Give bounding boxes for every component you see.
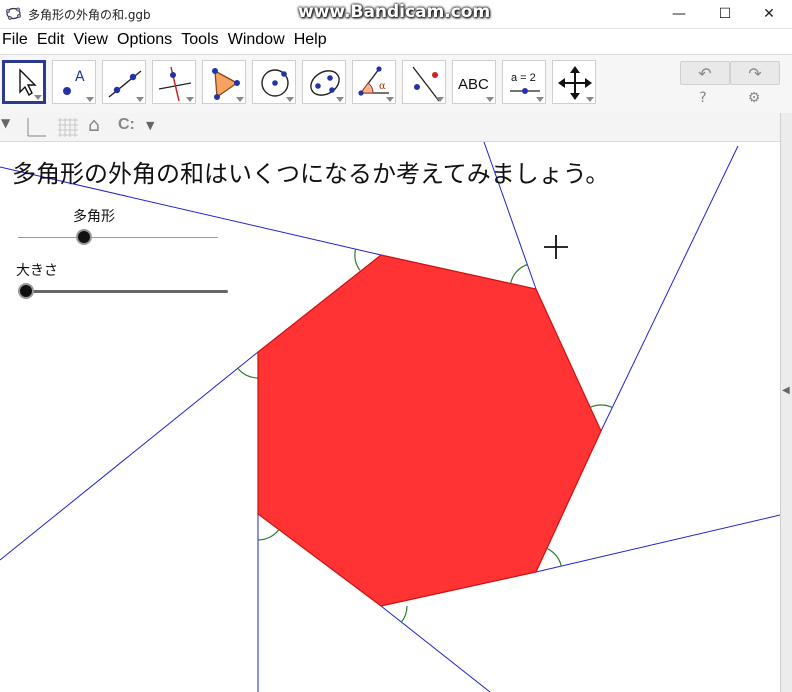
exterior-angle-arc	[589, 404, 613, 409]
polygon-shape	[257, 254, 602, 607]
svg-text:ABC: ABC	[458, 76, 489, 93]
exterior-angle-arc	[510, 263, 528, 284]
maximize-button[interactable]: ☐	[702, 0, 748, 28]
question-text: 多角形の外角の和はいくつになるか考えてみましょう。	[12, 160, 610, 188]
tool-perpendicular[interactable]	[152, 60, 196, 104]
menu-view[interactable]: View	[72, 29, 108, 49]
slider-size-label: 大きさ	[16, 263, 58, 279]
tool-slider[interactable]: a = 2	[502, 60, 546, 104]
exterior-angle-arc	[400, 605, 408, 623]
settings-icon[interactable]: ⚙	[745, 89, 763, 107]
tool-point[interactable]: A	[52, 60, 96, 104]
window-title: 多角形の外角の和.ggb	[28, 8, 151, 22]
close-button[interactable]: ✕	[746, 0, 792, 28]
point-capture-icon[interactable]: C:	[118, 116, 135, 134]
recording-watermark: www.Bandicam.com	[298, 2, 491, 22]
tool-line[interactable]	[102, 60, 146, 104]
tool-move[interactable]	[2, 60, 46, 104]
slider-size-knob[interactable]	[18, 283, 34, 299]
help-icon[interactable]: ?	[694, 89, 712, 107]
exterior-angle-arc	[257, 529, 280, 541]
tool-move-graphics[interactable]	[552, 60, 596, 104]
extension-line	[600, 145, 739, 432]
crosshair-cursor-icon	[544, 235, 568, 259]
redo-button[interactable]: ↷	[730, 61, 780, 85]
view-collapse-bar[interactable]: ◀	[780, 113, 792, 692]
collapse-arrow-icon[interactable]: ◀	[782, 385, 790, 396]
exterior-angle-arc	[237, 367, 259, 379]
svg-text:α: α	[379, 81, 386, 92]
tool-angle[interactable]: α	[352, 60, 396, 104]
exterior-angle-arc	[354, 248, 361, 271]
slider-polygon-label: 多角形	[73, 209, 115, 225]
minimize-button[interactable]: —	[656, 0, 702, 28]
extension-line	[535, 514, 780, 573]
home-icon[interactable]: ⌂	[88, 114, 100, 136]
extension-line	[380, 605, 491, 692]
tool-circle[interactable]	[252, 60, 296, 104]
graphics-view[interactable]: 多角形の外角の和はいくつになるか考えてみましょう。 多角形 大きさ	[0, 142, 780, 692]
undo-button[interactable]: ↶	[680, 61, 730, 85]
axes-toggle-icon[interactable]	[24, 116, 48, 138]
menu-options[interactable]: Options	[115, 29, 172, 49]
grid-toggle-icon[interactable]	[56, 116, 80, 138]
slider-polygon-track[interactable]	[18, 237, 218, 238]
svg-text:A: A	[75, 69, 85, 85]
menu-file[interactable]: File	[0, 29, 28, 49]
toolbar: A α ABC a = 2 ↶ ↷ ? ⚙	[0, 54, 792, 114]
style-bar-toggle-icon[interactable]: ▼	[1, 116, 10, 130]
exterior-angle-arc	[546, 547, 562, 567]
menu-bar: File Edit View Options Tools Window Help	[0, 29, 792, 54]
menu-tools[interactable]: Tools	[179, 29, 218, 49]
menu-window[interactable]: Window	[226, 29, 285, 49]
chevron-down-icon[interactable]: ▼	[146, 119, 154, 132]
slider-polygon-knob[interactable]	[76, 229, 92, 245]
geogebra-app-icon	[6, 7, 21, 20]
tool-ellipse[interactable]	[302, 60, 346, 104]
extension-line	[0, 351, 259, 561]
svg-text:a = 2: a = 2	[511, 72, 536, 84]
menu-help[interactable]: Help	[292, 29, 327, 49]
slider-size-track[interactable]	[18, 290, 228, 293]
title-bar: 多角形の外角の和.ggb www.Bandicam.com — ☐ ✕	[0, 0, 792, 29]
menu-edit[interactable]: Edit	[35, 29, 65, 49]
tool-polygon[interactable]	[202, 60, 246, 104]
tool-text[interactable]: ABC	[452, 60, 496, 104]
tool-reflect[interactable]	[402, 60, 446, 104]
geometry-drawing[interactable]	[0, 142, 780, 692]
style-bar: ▼ ⌂ C: ▼	[0, 113, 780, 142]
